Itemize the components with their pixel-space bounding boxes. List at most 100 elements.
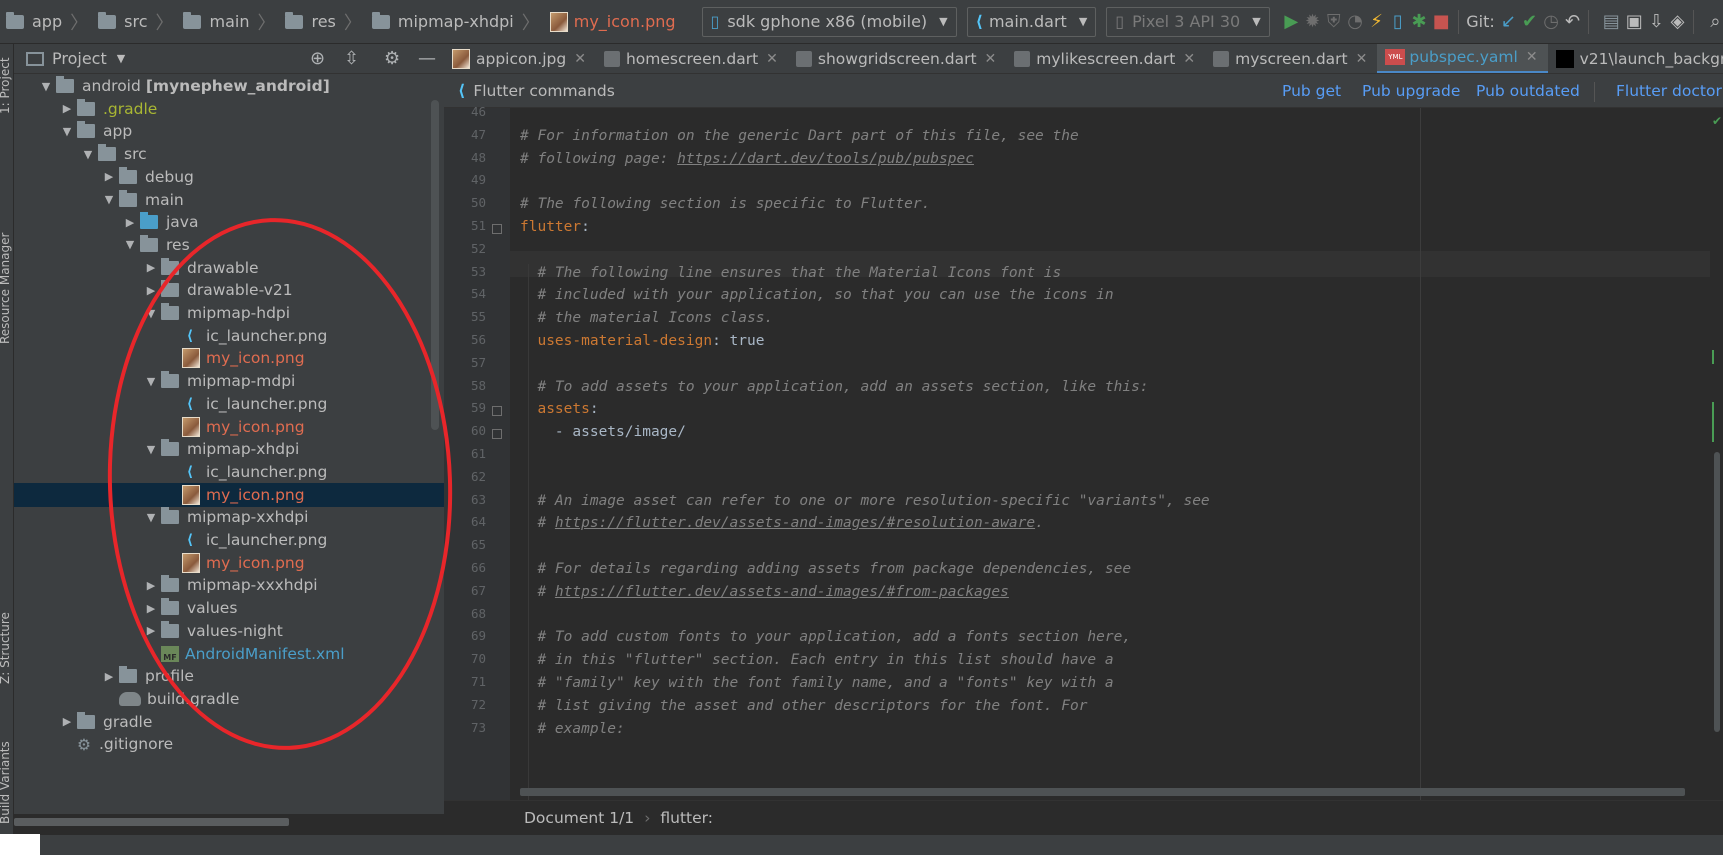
tree-node[interactable]: ▼ mipmap-xxhdpi <box>14 505 444 529</box>
tree-node[interactable]: ▶ mipmap-xxxhdpi <box>14 573 444 597</box>
git-commit-icon[interactable]: ✔ <box>1522 10 1537 34</box>
breadcrumb-item[interactable]: app 〉 <box>0 0 92 44</box>
code-line[interactable]: # in this "flutter" section. Each entry … <box>520 652 1113 668</box>
expanded-arrow-icon[interactable]: ▼ <box>99 193 119 206</box>
tree-node[interactable]: ▼ android [mynephew_android] <box>14 74 444 98</box>
fold-marker-icon[interactable] <box>492 429 502 440</box>
tree-node[interactable]: ▼ mipmap-xhdpi <box>14 437 444 461</box>
collapsed-arrow-icon[interactable]: ▶ <box>141 579 161 592</box>
expanded-arrow-icon[interactable]: ▼ <box>141 443 161 456</box>
expanded-arrow-icon[interactable]: ▼ <box>57 125 77 138</box>
locate-icon[interactable]: ⊕ <box>310 48 325 69</box>
sdk-manager-icon[interactable]: ⇩ <box>1649 10 1664 34</box>
device-manager-icon[interactable]: ▣ <box>1626 10 1643 34</box>
code-line[interactable]: assets: <box>520 401 598 417</box>
editor-tab[interactable]: v21\launch_background.x✕ <box>1548 44 1723 73</box>
breadcrumb-item[interactable]: src 〉 <box>92 0 177 44</box>
code-line[interactable]: # To add custom fonts to your applicatio… <box>520 629 1131 645</box>
code-line[interactable]: # the material Icons class. <box>520 310 773 326</box>
code-line[interactable]: # list giving the asset and other descri… <box>520 698 1087 714</box>
tree-node[interactable]: ⚙ .gitignore <box>14 732 444 756</box>
resource-manager-tab[interactable]: Resource Manager <box>0 233 12 344</box>
build-variants-tab[interactable]: Build Variants <box>0 741 12 824</box>
code-line[interactable]: # "family" key with the font family name… <box>520 675 1113 691</box>
code-line[interactable]: # example: <box>520 721 624 737</box>
breadcrumb-item[interactable]: my_icon.png <box>544 0 680 44</box>
code-line[interactable]: # To add assets to your application, add… <box>520 379 1148 395</box>
expanded-arrow-icon[interactable]: ▼ <box>36 80 56 93</box>
collapsed-arrow-icon[interactable]: ▶ <box>141 261 161 274</box>
run-config-selector[interactable]: ⟨ main.dart ▼ <box>966 6 1097 37</box>
code-editor[interactable]: # For information on the generic Dart pa… <box>510 108 1723 800</box>
code-line[interactable]: # following page: https://dart.dev/tools… <box>520 151 974 167</box>
collapse-all-icon[interactable]: ⇳ <box>344 48 359 69</box>
pub-outdated-link[interactable]: Pub outdated <box>1476 82 1580 100</box>
tree-node[interactable]: MF AndroidManifest.xml <box>14 642 444 666</box>
tree-node[interactable]: ▼ src <box>14 142 444 166</box>
git-history-icon[interactable]: ◷ <box>1543 10 1559 34</box>
code-link[interactable]: https://flutter.dev/assets-and-images/#f… <box>555 584 1009 600</box>
fold-marker-icon[interactable] <box>492 406 502 417</box>
emulator-selector[interactable]: ▯ Pixel 3 API 30 ▼ <box>1106 6 1270 37</box>
project-structure-icon[interactable]: ▤ <box>1603 10 1620 34</box>
editor-tab[interactable]: appicon.jpg ✕ <box>444 44 596 73</box>
expanded-arrow-icon[interactable]: ▼ <box>141 375 161 388</box>
project-tool-tab[interactable]: 1: Project <box>0 57 12 114</box>
git-update-icon[interactable]: ↙ <box>1501 10 1516 34</box>
breadcrumb-item[interactable]: mipmap-xhdpi 〉 <box>366 0 544 44</box>
tree-node[interactable]: my_icon.png <box>14 551 444 575</box>
collapsed-arrow-icon[interactable]: ▶ <box>120 216 140 229</box>
expanded-arrow-icon[interactable]: ▼ <box>141 511 161 524</box>
tree-node[interactable]: ▼ mipmap-mdpi <box>14 369 444 393</box>
collapsed-arrow-icon[interactable]: ▶ <box>57 102 77 115</box>
fold-marker-icon[interactable] <box>492 224 502 234</box>
tree-horizontal-scrollbar[interactable] <box>14 818 289 826</box>
close-icon[interactable]: ✕ <box>1356 51 1368 67</box>
chevron-down-icon[interactable]: ▼ <box>117 52 125 65</box>
collapsed-arrow-icon[interactable]: ▶ <box>57 715 77 728</box>
close-icon[interactable]: ✕ <box>985 51 997 67</box>
structure-tab[interactable]: Z: Structure <box>0 612 12 684</box>
tree-node[interactable]: ▼ mipmap-hdpi <box>14 301 444 325</box>
pub-upgrade-link[interactable]: Pub upgrade <box>1362 82 1460 100</box>
attach-debugger-icon[interactable]: ✱ <box>1411 10 1426 34</box>
profile-icon[interactable]: ◔ <box>1347 10 1363 34</box>
editor-tab[interactable]: myscreen.dart ✕ <box>1205 44 1377 73</box>
gear-icon[interactable]: ⚙ <box>384 48 400 69</box>
search-icon[interactable]: ⌕ <box>1708 10 1723 34</box>
code-line[interactable]: # An image asset can refer to one or mor… <box>520 493 1209 509</box>
breadcrumb-item[interactable]: res 〉 <box>279 0 365 44</box>
code-line[interactable]: # https://flutter.dev/assets-and-images/… <box>520 515 1043 531</box>
minimize-icon[interactable]: — <box>418 48 436 69</box>
editor-scrollbar[interactable] <box>1714 452 1720 732</box>
code-line[interactable]: # For details regarding adding assets fr… <box>520 561 1131 577</box>
tree-node[interactable]: ▼ app <box>14 119 444 143</box>
code-line[interactable]: flutter: <box>520 219 590 235</box>
collapsed-arrow-icon[interactable]: ▶ <box>141 284 161 297</box>
tree-node[interactable]: ⟨ ic_launcher.png <box>14 528 444 552</box>
hot-reload-icon[interactable]: ⚡ <box>1369 10 1384 34</box>
tree-node[interactable]: ⟨ ic_launcher.png <box>14 460 444 484</box>
expanded-arrow-icon[interactable]: ▼ <box>141 307 161 320</box>
tree-node[interactable]: ▶ drawable-v21 <box>14 278 444 302</box>
close-icon[interactable]: ✕ <box>1183 51 1195 67</box>
expanded-arrow-icon[interactable]: ▼ <box>78 148 98 161</box>
coverage-icon[interactable]: ⛨ <box>1326 10 1341 34</box>
code-link[interactable]: https://dart.dev/tools/pub/pubspec <box>677 151 974 167</box>
tree-node[interactable]: ▶ values-night <box>14 619 444 643</box>
tree-node[interactable]: ▶ .gradle <box>14 97 444 121</box>
editor-tab[interactable]: YML pubspec.yaml ✕ <box>1377 44 1548 73</box>
editor-horizontal-scrollbar[interactable] <box>520 788 1685 796</box>
close-icon[interactable]: ✕ <box>1526 49 1538 65</box>
tree-node[interactable]: ⟨ ic_launcher.png <box>14 324 444 348</box>
editor-tab[interactable]: mylikescreen.dart ✕ <box>1006 44 1205 73</box>
tree-node[interactable]: ▶ debug <box>14 165 444 189</box>
collapsed-arrow-icon[interactable]: ▶ <box>141 624 161 637</box>
editor-tab[interactable]: homescreen.dart ✕ <box>596 44 788 73</box>
code-line[interactable]: # For information on the generic Dart pa… <box>520 128 1079 144</box>
pub-get-link[interactable]: Pub get <box>1282 82 1341 100</box>
yaml-node-crumb[interactable]: flutter: <box>660 809 713 827</box>
collapsed-arrow-icon[interactable]: ▶ <box>99 670 119 683</box>
flutter-doctor-link[interactable]: Flutter doctor <box>1616 82 1722 100</box>
layout-inspector-icon[interactable]: ◈ <box>1670 10 1685 34</box>
